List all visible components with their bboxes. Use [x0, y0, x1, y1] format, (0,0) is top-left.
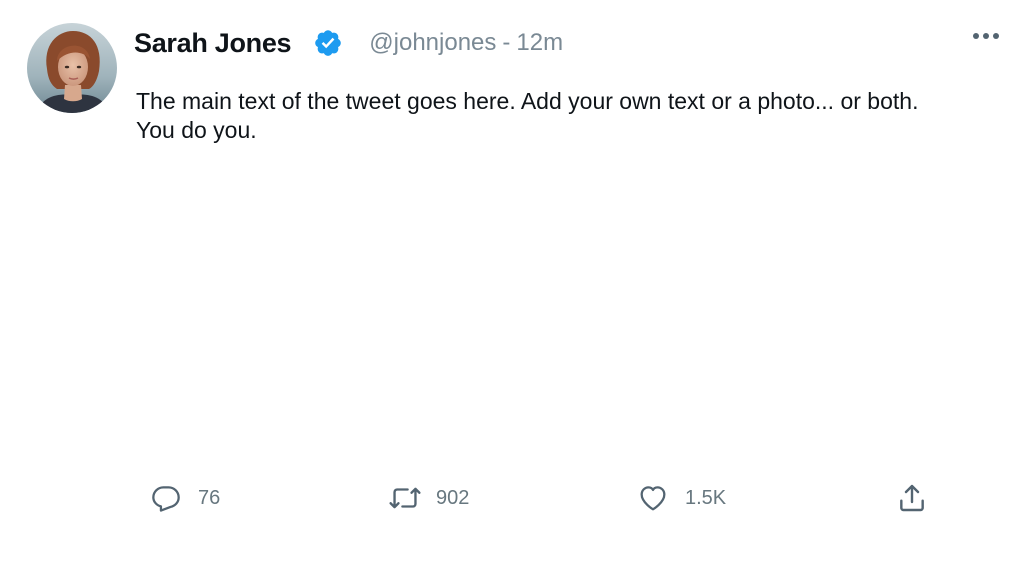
retweet-count: 902: [436, 486, 470, 509]
reply-button[interactable]: 76: [150, 478, 220, 518]
tweet-timestamp[interactable]: 12m: [516, 29, 563, 57]
retweet-button[interactable]: 902: [388, 478, 469, 518]
more-horizontal-icon[interactable]: [968, 24, 1004, 48]
retweet-icon: [388, 482, 421, 514]
header-separator: -: [502, 29, 511, 56]
reply-icon: [150, 482, 182, 514]
share-button[interactable]: [896, 478, 928, 518]
heart-icon: [637, 482, 669, 514]
avatar-image: [27, 23, 117, 113]
verified-badge-icon: [313, 28, 343, 58]
tweet-text: The main text of the tweet goes here. Ad…: [136, 88, 919, 143]
share-icon: [896, 482, 928, 514]
tweet-card: Sarah Jones @johnjones - 12m The main te…: [0, 0, 1024, 576]
like-count: 1.5K: [685, 486, 727, 509]
tweet-header: Sarah Jones @johnjones - 12m: [134, 26, 563, 60]
avatar[interactable]: [27, 23, 117, 113]
tweet-actions: 76 902 1.5K: [0, 478, 1024, 518]
display-name[interactable]: Sarah Jones: [134, 28, 292, 59]
like-button[interactable]: 1.5K: [637, 478, 726, 518]
user-handle[interactable]: @johnjones: [369, 29, 496, 57]
reply-count: 76: [198, 486, 221, 509]
